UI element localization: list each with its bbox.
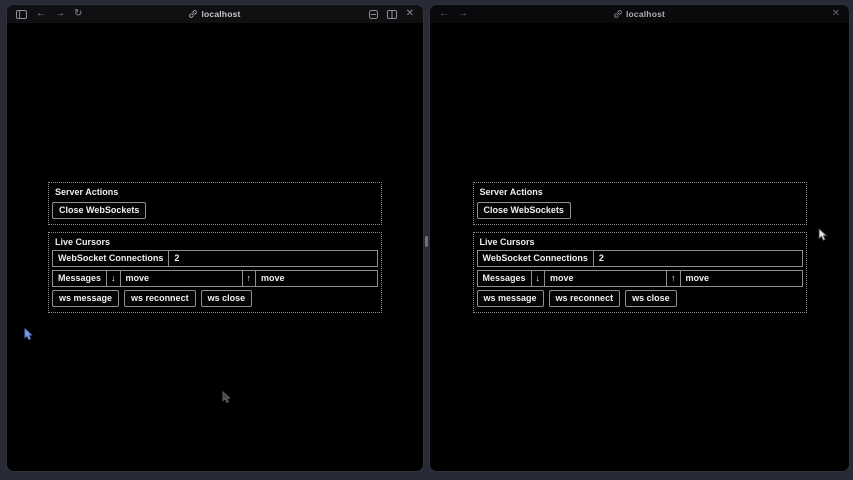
live-cursors-group: Live Cursors WebSocket Connections 2 Mes…	[473, 232, 807, 313]
connections-label: WebSocket Connections	[478, 251, 594, 266]
controls-panel: Server Actions Close WebSockets Live Cur…	[473, 182, 807, 313]
ws-message-button[interactable]: ws message	[477, 290, 544, 307]
outgoing-message-value: move	[121, 271, 243, 286]
link-icon	[189, 5, 197, 23]
messages-row: Messages ↓ move ↑ move	[477, 270, 803, 287]
live-cursors-title: Live Cursors	[55, 237, 378, 247]
outgoing-arrow-icon: ↓	[107, 271, 121, 286]
connections-row: WebSocket Connections 2	[52, 250, 378, 267]
forward-icon[interactable]: →	[55, 9, 65, 19]
outgoing-arrow-icon: ↓	[532, 271, 546, 286]
messages-label: Messages	[478, 271, 532, 286]
incoming-arrow-icon: ↑	[667, 271, 681, 286]
incoming-message-value: move	[256, 271, 377, 286]
link-icon	[614, 5, 622, 23]
incoming-message-value: move	[681, 271, 802, 286]
close-websockets-button[interactable]: Close WebSockets	[477, 202, 571, 219]
ws-close-button[interactable]: ws close	[201, 290, 253, 307]
live-cursors-title: Live Cursors	[480, 237, 803, 247]
ws-message-button[interactable]: ws message	[52, 290, 119, 307]
back-icon[interactable]: ←	[36, 9, 46, 19]
reload-icon[interactable]: ↻	[74, 9, 82, 19]
split-view-icon[interactable]	[387, 10, 397, 19]
titlebar: ← → localhost ✕	[430, 5, 849, 23]
close-websockets-button[interactable]: Close WebSockets	[52, 202, 146, 219]
controls-panel: Server Actions Close WebSockets Live Cur…	[48, 182, 382, 313]
live-cursors-group: Live Cursors WebSocket Connections 2 Mes…	[48, 232, 382, 313]
connections-label: WebSocket Connections	[53, 251, 169, 266]
connections-row: WebSocket Connections 2	[477, 250, 803, 267]
server-actions-title: Server Actions	[55, 187, 378, 197]
url-title: localhost	[626, 9, 665, 19]
incoming-arrow-icon: ↑	[243, 271, 257, 286]
connections-value: 2	[594, 251, 802, 266]
sidebar-toggle-icon[interactable]	[16, 10, 27, 19]
close-window-icon[interactable]: ✕	[406, 9, 414, 19]
forward-icon[interactable]: →	[458, 9, 468, 19]
window-resize-handle[interactable]	[425, 236, 428, 247]
page-content: Server Actions Close WebSockets Live Cur…	[430, 23, 849, 471]
back-icon[interactable]: ←	[439, 9, 449, 19]
address-display: localhost	[430, 5, 849, 23]
outgoing-message-value: move	[545, 271, 667, 286]
page-content: Server Actions Close WebSockets Live Cur…	[7, 23, 423, 471]
titlebar: ← → ↻ localhost	[7, 5, 423, 23]
connections-value: 2	[169, 251, 377, 266]
tab-overview-icon[interactable]	[369, 10, 378, 19]
messages-row: Messages ↓ move ↑ move	[52, 270, 378, 287]
server-actions-group: Server Actions Close WebSockets	[48, 182, 382, 225]
ws-reconnect-button[interactable]: ws reconnect	[124, 290, 196, 307]
server-actions-title: Server Actions	[480, 187, 803, 197]
browser-window-right: ← → localhost ✕ Server Actions Close Web…	[429, 4, 850, 472]
browser-window-left: ← → ↻ localhost	[6, 4, 424, 472]
ws-reconnect-button[interactable]: ws reconnect	[549, 290, 621, 307]
ws-close-button[interactable]: ws close	[625, 290, 677, 307]
close-window-icon[interactable]: ✕	[832, 9, 840, 19]
url-title: localhost	[201, 9, 240, 19]
ws-buttons-row: ws message ws reconnect ws close	[52, 290, 378, 307]
ws-buttons-row: ws message ws reconnect ws close	[477, 290, 803, 307]
server-actions-group: Server Actions Close WebSockets	[473, 182, 807, 225]
messages-label: Messages	[53, 271, 107, 286]
